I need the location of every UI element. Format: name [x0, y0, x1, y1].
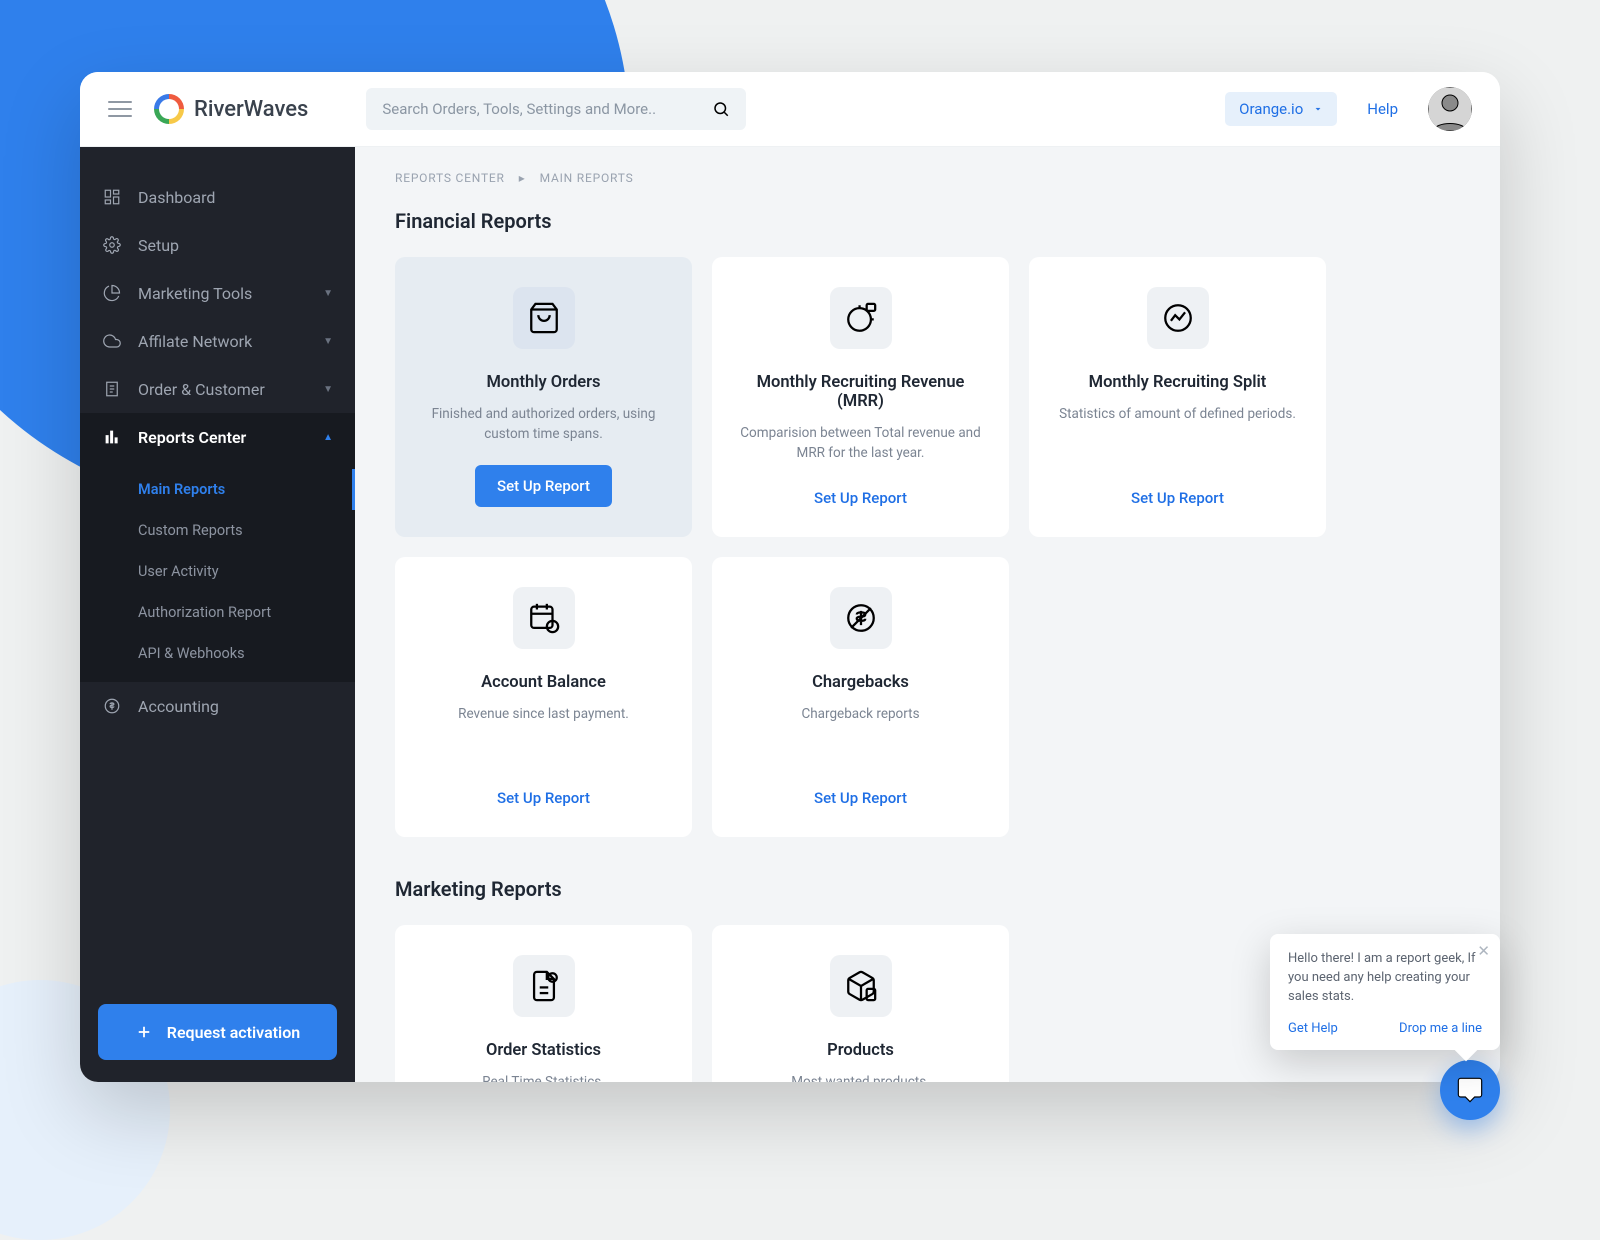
brand-name: RiverWaves — [194, 97, 308, 122]
sidebar-item-label: Setup — [138, 236, 179, 255]
chat-popover: ✕ Hello there! I am a report geek, If yo… — [1270, 934, 1500, 1050]
get-help-link[interactable]: Get Help — [1288, 1021, 1338, 1036]
card-desc: Comparision between Total revenue and MR… — [732, 423, 989, 464]
card-mrr[interactable]: Monthly Recruiting Revenue (MRR) Compari… — [712, 257, 1009, 537]
receipt-icon — [102, 379, 122, 399]
dollar-icon — [102, 696, 122, 716]
card-title: Chargebacks — [812, 673, 909, 692]
pie-icon — [102, 283, 122, 303]
chevron-down-icon: ▼ — [323, 288, 333, 299]
app-window: RiverWaves Orange.io Help Dashboard — [80, 72, 1500, 1082]
chevron-down-icon: ▼ — [323, 336, 333, 347]
cta-label: Request activation — [167, 1023, 300, 1042]
trend-icon — [1147, 287, 1209, 349]
breadcrumb: REPORTS CENTER ▸ MAIN REPORTS — [395, 171, 1460, 185]
sub-item-api-webhooks[interactable]: API & Webhooks — [80, 633, 355, 674]
sidebar-item-label: Accounting — [138, 697, 219, 716]
card-title: Monthly Recruiting Split — [1089, 373, 1267, 392]
sidebar-item-reports-center[interactable]: Reports Center ▲ — [80, 413, 355, 461]
chevron-down-icon: ▼ — [323, 384, 333, 395]
setup-report-button[interactable]: Set Up Report — [475, 465, 612, 507]
card-chargebacks[interactable]: Chargebacks Chargeback reports Set Up Re… — [712, 557, 1009, 837]
card-recruiting-split[interactable]: Monthly Recruiting Split Statistics of a… — [1029, 257, 1326, 537]
card-desc: Real Time Statistics. — [482, 1072, 605, 1082]
section-title-financial: Financial Reports — [395, 209, 1460, 233]
gear-icon — [102, 235, 122, 255]
setup-report-link[interactable]: Set Up Report — [814, 489, 907, 507]
setup-report-link[interactable]: Set Up Report — [1131, 489, 1224, 507]
plus-icon — [135, 1023, 153, 1041]
sidebar-item-label: Order & Customer — [138, 380, 265, 399]
chevron-up-icon: ▲ — [323, 432, 333, 443]
help-link[interactable]: Help — [1367, 100, 1398, 118]
chat-message: Hello there! I am a report geek, If you … — [1288, 950, 1482, 1007]
sidebar-item-label: Reports Center — [138, 428, 246, 447]
drop-line-link[interactable]: Drop me a line — [1399, 1021, 1482, 1036]
user-avatar[interactable] — [1428, 87, 1472, 131]
card-desc: Revenue since last payment. — [458, 704, 629, 724]
request-activation-button[interactable]: Request activation — [98, 1004, 337, 1060]
financial-grid: Monthly Orders Finished and authorized o… — [395, 257, 1460, 837]
chat-fab[interactable] — [1440, 1060, 1500, 1120]
card-title: Monthly Recruiting Revenue (MRR) — [732, 373, 989, 411]
card-title: Products — [827, 1041, 894, 1060]
breadcrumb-current: MAIN REPORTS — [540, 171, 634, 185]
shopping-bag-icon — [513, 287, 575, 349]
card-desc: Finished and authorized orders, using cu… — [415, 404, 672, 445]
topbar: RiverWaves Orange.io Help — [80, 72, 1500, 147]
calendar-icon — [513, 587, 575, 649]
setup-report-link[interactable]: Set Up Report — [814, 789, 907, 807]
sub-item-authorization-report[interactable]: Authorization Report — [80, 592, 355, 633]
search-field[interactable] — [366, 88, 746, 130]
sidebar-item-dashboard[interactable]: Dashboard — [80, 173, 355, 221]
search-input[interactable] — [382, 100, 712, 118]
sidebar-item-label: Affilate Network — [138, 332, 252, 351]
cloud-icon — [102, 331, 122, 351]
card-title: Order Statistics — [486, 1041, 601, 1060]
card-desc: Statistics of amount of defined periods. — [1059, 404, 1296, 424]
card-order-statistics[interactable]: Order Statistics Real Time Statistics. — [395, 925, 692, 1082]
sidebar-item-setup[interactable]: Setup — [80, 221, 355, 269]
dashboard-icon — [102, 187, 122, 207]
chargeback-icon — [830, 587, 892, 649]
sub-item-custom-reports[interactable]: Custom Reports — [80, 510, 355, 551]
sidebar-item-affiliate-network[interactable]: Affilate Network ▼ — [80, 317, 355, 365]
document-icon — [513, 955, 575, 1017]
breadcrumb-root[interactable]: REPORTS CENTER — [395, 171, 505, 185]
close-icon[interactable]: ✕ — [1477, 942, 1490, 960]
chevron-right-icon: ▸ — [519, 171, 526, 185]
sidebar-item-label: Dashboard — [138, 188, 215, 207]
brand: RiverWaves — [154, 94, 308, 124]
revenue-icon — [830, 287, 892, 349]
sub-item-user-activity[interactable]: User Activity — [80, 551, 355, 592]
card-desc: Chargeback reports — [801, 704, 919, 724]
card-title: Account Balance — [481, 673, 606, 692]
sub-nav: Main Reports Custom Reports User Activit… — [80, 461, 355, 682]
card-monthly-orders[interactable]: Monthly Orders Finished and authorized o… — [395, 257, 692, 537]
box-icon — [830, 955, 892, 1017]
org-selector[interactable]: Orange.io — [1225, 92, 1337, 126]
sidebar-item-accounting[interactable]: Accounting — [80, 682, 355, 730]
chevron-down-icon — [1313, 104, 1323, 114]
sub-item-main-reports[interactable]: Main Reports — [80, 469, 355, 510]
sidebar-item-marketing-tools[interactable]: Marketing Tools ▼ — [80, 269, 355, 317]
brand-logo-icon — [154, 94, 184, 124]
menu-icon[interactable] — [108, 97, 132, 121]
card-account-balance[interactable]: Account Balance Revenue since last payme… — [395, 557, 692, 837]
chat-icon — [1456, 1076, 1484, 1104]
bar-chart-icon — [102, 427, 122, 447]
setup-report-link[interactable]: Set Up Report — [497, 789, 590, 807]
section-title-marketing: Marketing Reports — [395, 877, 1460, 901]
sidebar-item-order-customer[interactable]: Order & Customer ▼ — [80, 365, 355, 413]
sidebar: Dashboard Setup Marketing Tools ▼ Affila… — [80, 147, 355, 1082]
card-title: Monthly Orders — [486, 373, 600, 392]
search-icon — [712, 100, 730, 118]
card-products[interactable]: Products Most wanted products. — [712, 925, 1009, 1082]
org-label: Orange.io — [1239, 100, 1303, 118]
card-desc: Most wanted products. — [791, 1072, 930, 1082]
sidebar-item-label: Marketing Tools — [138, 284, 252, 303]
